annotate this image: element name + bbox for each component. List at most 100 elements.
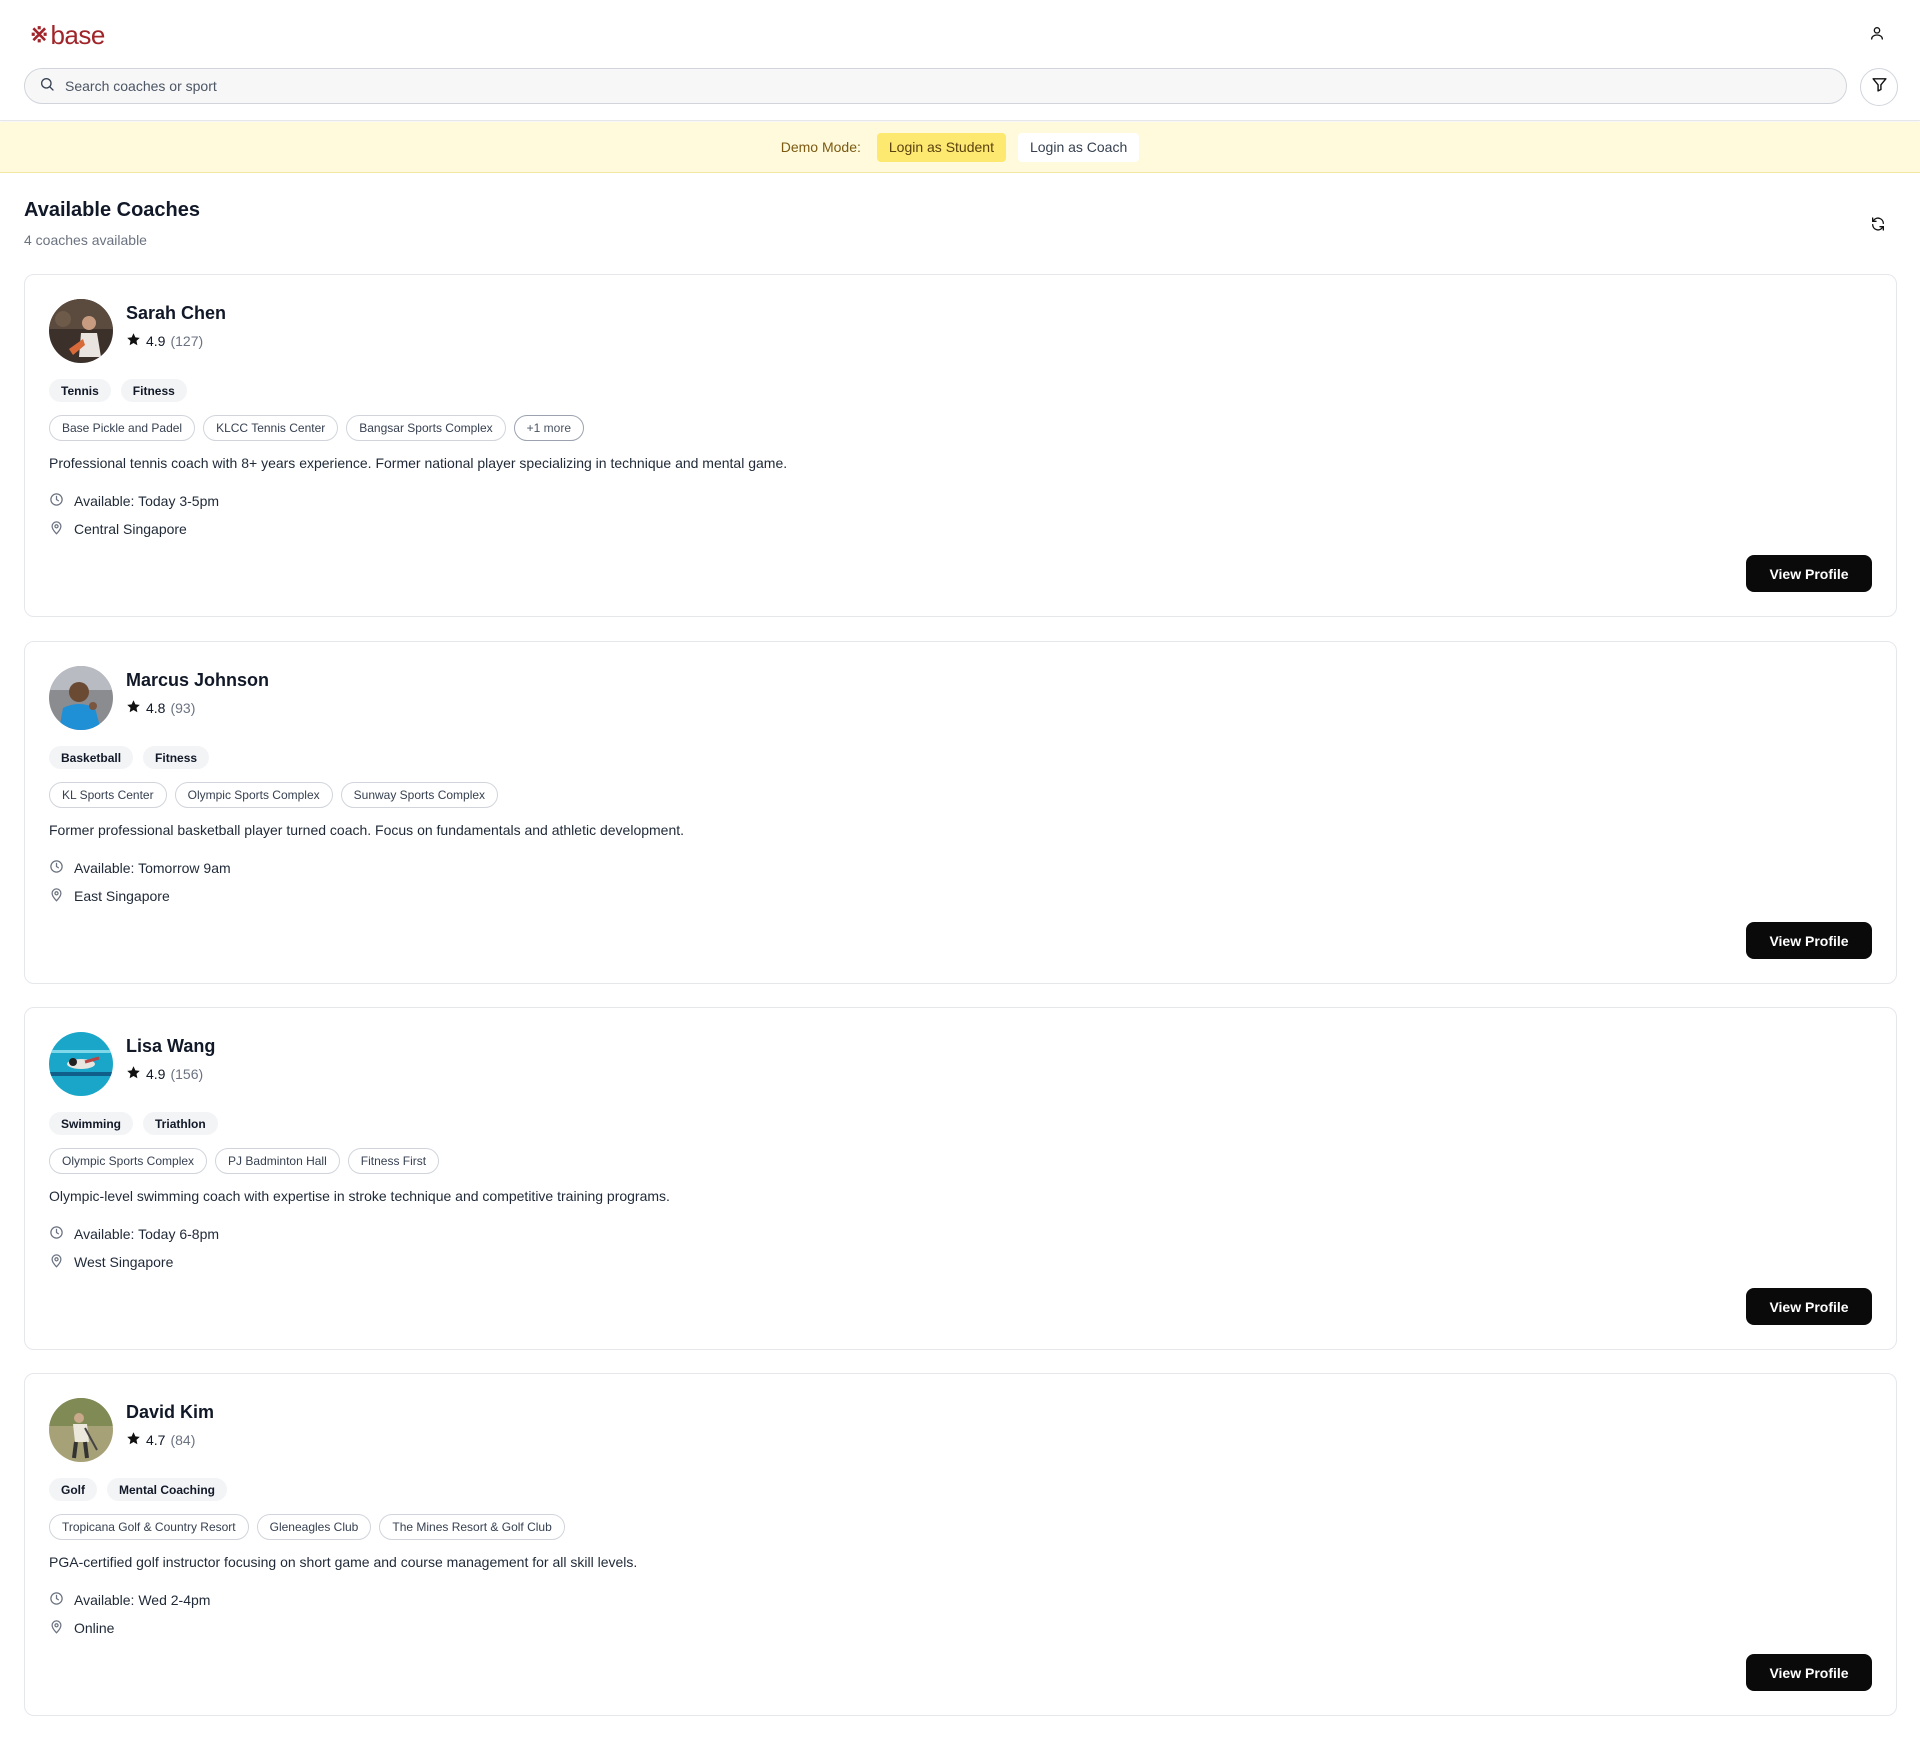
coach-description: Professional tennis coach with 8+ years … [49,455,788,471]
sport-tag: Mental Coaching [107,1478,228,1501]
availability-text: Available: Tomorrow 9am [74,860,231,876]
view-profile-button[interactable]: View Profile [1746,555,1872,592]
venue-tag: The Mines Resort & Golf Club [379,1514,565,1540]
clock-icon [49,492,64,510]
sport-tag: Fitness [120,379,187,402]
availability: Available: Today 3-5pm [49,492,219,510]
coach-avatar [49,1032,113,1096]
venue-tag: Bangsar Sports Complex [346,415,506,441]
availability-text: Available: Wed 2-4pm [74,1592,211,1608]
star-icon [126,1065,141,1083]
location: Online [49,1619,114,1637]
view-profile-button[interactable]: View Profile [1746,1654,1872,1691]
venue-tag: KL Sports Center [49,782,167,808]
star-icon [126,699,141,717]
venue-tag: Sunway Sports Complex [340,782,499,808]
coach-rating: 4.9 (156) [126,1065,203,1083]
coach-rating: 4.9 (127) [126,332,203,350]
availability-text: Available: Today 6-8pm [74,1226,220,1242]
sport-tag: Fitness [143,746,210,769]
coach-name[interactable]: Sarah Chen [126,303,226,324]
location-text: Central Singapore [74,521,187,537]
availability: Available: Wed 2-4pm [49,1591,210,1609]
login-as-coach-button[interactable]: Login as Coach [1017,132,1140,162]
user-icon [1869,25,1885,46]
coach-description: Olympic-level swimming coach with expert… [49,1188,670,1204]
coach-card: Marcus Johnson 4.8 (93) Basketball Fitne… [24,641,1897,984]
clock-icon [49,1225,64,1243]
venue-tag: Olympic Sports Complex [174,782,333,808]
location-text: West Singapore [74,1254,174,1270]
more-venues-button[interactable]: +1 more [513,415,585,441]
venue-tag: Base Pickle and Padel [49,415,196,441]
coach-avatar [49,299,113,363]
coach-rating: 4.8 (93) [126,699,195,717]
top-header: ※ base [0,0,1920,121]
location-text: Online [74,1620,115,1636]
sport-tag: Swimming [49,1112,134,1135]
map-pin-icon [49,1253,64,1271]
coach-avatar [49,666,113,730]
review-count: (93) [170,700,196,716]
logo-mark: ※ [30,22,49,47]
clock-icon [49,1591,64,1609]
rating-value: 4.9 [146,1066,166,1082]
coach-name[interactable]: Lisa Wang [126,1036,215,1057]
location: West Singapore [49,1253,173,1271]
venue-tag: KLCC Tennis Center [203,415,339,441]
refresh-button[interactable] [1864,212,1892,240]
venue-tag: Fitness First [347,1148,440,1174]
coach-card: David Kim 4.7 (84) Golf Mental Coaching … [24,1373,1897,1716]
location: Central Singapore [49,520,187,538]
location: East Singapore [49,887,170,905]
venue-tags: KL Sports Center Olympic Sports Complex … [49,782,499,808]
availability-text: Available: Today 3-5pm [74,493,220,509]
login-as-student-button[interactable]: Login as Student [876,132,1006,162]
coach-count: 4 coaches available [24,232,147,248]
review-count: (127) [170,333,204,349]
rating-value: 4.7 [146,1432,166,1448]
sport-tags: Golf Mental Coaching [49,1478,228,1501]
filter-button[interactable] [1860,68,1898,106]
availability: Available: Today 6-8pm [49,1225,219,1243]
sport-tag: Basketball [49,746,134,769]
sport-tags: Swimming Triathlon [49,1112,218,1135]
review-count: (84) [170,1432,196,1448]
star-icon [126,332,141,350]
venue-tag: PJ Badminton Hall [215,1148,340,1174]
filter-icon [1871,76,1888,98]
venue-tags: Tropicana Golf & Country Resort Gleneagl… [49,1514,565,1540]
star-icon [126,1431,141,1449]
sport-tags: Tennis Fitness [49,379,187,402]
logo-text: base [50,20,105,50]
venue-tag: Olympic Sports Complex [49,1148,208,1174]
coach-name[interactable]: David Kim [126,1402,214,1423]
map-pin-icon [49,1619,64,1637]
brand-logo[interactable]: ※ base [30,20,105,50]
venue-tag: Gleneagles Club [256,1514,372,1540]
view-profile-button[interactable]: View Profile [1746,922,1872,959]
sport-tags: Basketball Fitness [49,746,210,769]
demo-mode-label: Demo Mode: [780,139,861,155]
review-count: (156) [170,1066,204,1082]
sport-tag: Triathlon [143,1112,218,1135]
coach-card: Sarah Chen 4.9 (127) Tennis Fitness Base… [24,274,1897,617]
coach-avatar [49,1398,113,1462]
map-pin-icon [49,887,64,905]
coach-description: Former professional basketball player tu… [49,822,685,838]
search-icon [39,76,55,97]
map-pin-icon [49,520,64,538]
search-bar[interactable] [24,68,1847,104]
availability: Available: Tomorrow 9am [49,859,231,877]
demo-mode-bar: Demo Mode: Login as Student Login as Coa… [0,122,1920,173]
rating-value: 4.9 [146,333,166,349]
coach-name[interactable]: Marcus Johnson [126,670,269,691]
coach-description: PGA-certified golf instructor focusing o… [49,1554,638,1570]
coach-rating: 4.7 (84) [126,1431,195,1449]
user-account-button[interactable] [1862,20,1892,50]
location-text: East Singapore [74,888,170,904]
rating-value: 4.8 [146,700,166,716]
search-input[interactable] [65,78,1765,94]
view-profile-button[interactable]: View Profile [1746,1288,1872,1325]
venue-tags: Olympic Sports Complex PJ Badminton Hall… [49,1148,440,1174]
